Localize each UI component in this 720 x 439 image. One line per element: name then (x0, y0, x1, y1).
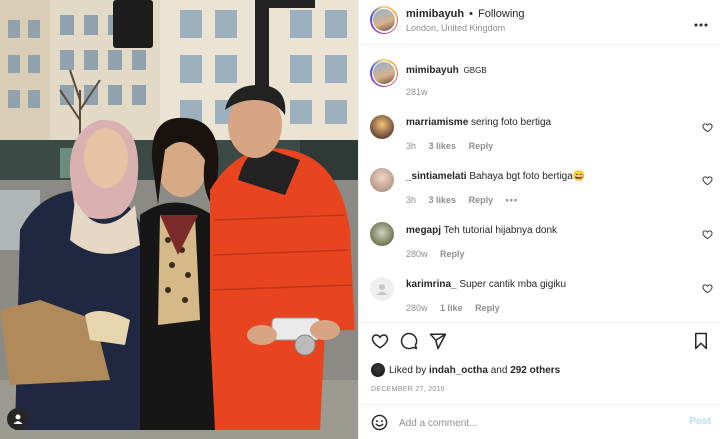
comment-input[interactable] (399, 414, 669, 432)
comment-time[interactable]: 3h (406, 195, 416, 205)
likes-summary: Liked by indah_octha and 292 others (371, 363, 560, 377)
comment-avatar[interactable] (370, 115, 394, 139)
comment-meta: 3h 3 likes Reply ••• (406, 195, 528, 205)
post-location[interactable]: London, United Kingdom (406, 23, 505, 33)
default-avatar-icon (376, 284, 388, 295)
comment-username[interactable]: megapj (406, 225, 441, 236)
more-options-icon[interactable] (694, 14, 708, 31)
author-username[interactable]: mimibayuh (406, 8, 464, 20)
comment-body: Teh tutorial hijabnya donk (443, 225, 558, 236)
comment-text: megapj Teh tutorial hijabnya donk (406, 225, 557, 236)
comment-meta: 280w Reply (406, 249, 475, 259)
caption-meta: 281w (406, 87, 438, 97)
comment-like-icon[interactable] (702, 122, 713, 133)
header-separator: • (469, 8, 473, 20)
caption-time[interactable]: 281w (406, 87, 428, 97)
liked-by-and: and (490, 364, 508, 376)
liked-by-prefix: Liked by (389, 364, 427, 376)
photo-scene (0, 0, 358, 439)
comment-meta: 280w 1 like Reply (406, 303, 510, 313)
post-date[interactable]: DECEMBER 27, 2016 (371, 386, 445, 393)
post-photo[interactable] (0, 0, 358, 439)
liked-by-others[interactable]: 292 others (510, 365, 560, 376)
comments-list[interactable]: mimibayuh GBGB 281w marriamisme sering f… (359, 45, 720, 322)
comment-like-icon[interactable] (702, 229, 713, 240)
reply-button[interactable]: Reply (475, 303, 500, 313)
comment-likes[interactable]: 3 likes (429, 195, 457, 205)
comment-body: Bahaya bgt foto bertiga😄 (469, 171, 586, 182)
reply-button[interactable]: Reply (440, 249, 465, 259)
liked-by-user[interactable]: indah_octha (429, 365, 488, 376)
comment-likes[interactable]: 1 like (440, 303, 463, 313)
caption-username[interactable]: mimibayuh (406, 65, 459, 76)
reply-button[interactable]: Reply (469, 141, 494, 151)
share-icon[interactable] (429, 332, 447, 350)
post-actions: Liked by indah_octha and 292 others DECE… (359, 322, 720, 404)
caption-text: mimibayuh GBGB (406, 65, 487, 76)
tagged-user-icon[interactable] (7, 408, 29, 430)
add-comment-bar: Post (359, 404, 720, 439)
comment-text: karimrina_ Super cantik mba gigiku (406, 279, 566, 290)
heart-icon[interactable] (371, 332, 389, 350)
comment-likes[interactable]: 3 likes (429, 141, 457, 151)
post-side-panel: mimibayuh • Following London, United Kin… (358, 0, 720, 439)
comment-text: marriamisme sering foto bertiga (406, 117, 551, 128)
liker-avatar[interactable] (371, 363, 385, 377)
comment-time[interactable]: 280w (406, 303, 428, 313)
comment-more-button[interactable]: ••• (506, 195, 518, 205)
caption-avatar[interactable] (370, 59, 398, 87)
comment-body: sering foto bertiga (471, 117, 552, 128)
comment-meta: 3h 3 likes Reply (406, 141, 503, 151)
comment-avatar[interactable] (370, 277, 394, 301)
comment-username[interactable]: karimrina_ (406, 279, 457, 290)
comment-time[interactable]: 280w (406, 249, 428, 259)
comment-body: Super cantik mba gigiku (459, 279, 567, 290)
comment-time[interactable]: 3h (406, 141, 416, 151)
post-header: mimibayuh • Following London, United Kin… (359, 0, 720, 45)
comment-username[interactable]: _sintiamelati (406, 171, 467, 182)
comment-like-icon[interactable] (702, 283, 713, 294)
comment-icon[interactable] (400, 332, 418, 350)
author-avatar[interactable] (370, 6, 398, 34)
comment-avatar[interactable] (370, 168, 394, 192)
comment-avatar[interactable] (370, 222, 394, 246)
comment-text: _sintiamelati Bahaya bgt foto bertiga😄 (406, 171, 585, 182)
comment-like-icon[interactable] (702, 175, 713, 186)
post-comment-button[interactable]: Post (689, 416, 711, 427)
comment-username[interactable]: marriamisme (406, 117, 468, 128)
emoji-icon[interactable] (371, 414, 388, 431)
follow-status-button[interactable]: Following (478, 8, 524, 20)
bookmark-icon[interactable] (692, 332, 710, 350)
reply-button[interactable]: Reply (469, 195, 494, 205)
caption-body: GBGB (463, 66, 487, 75)
